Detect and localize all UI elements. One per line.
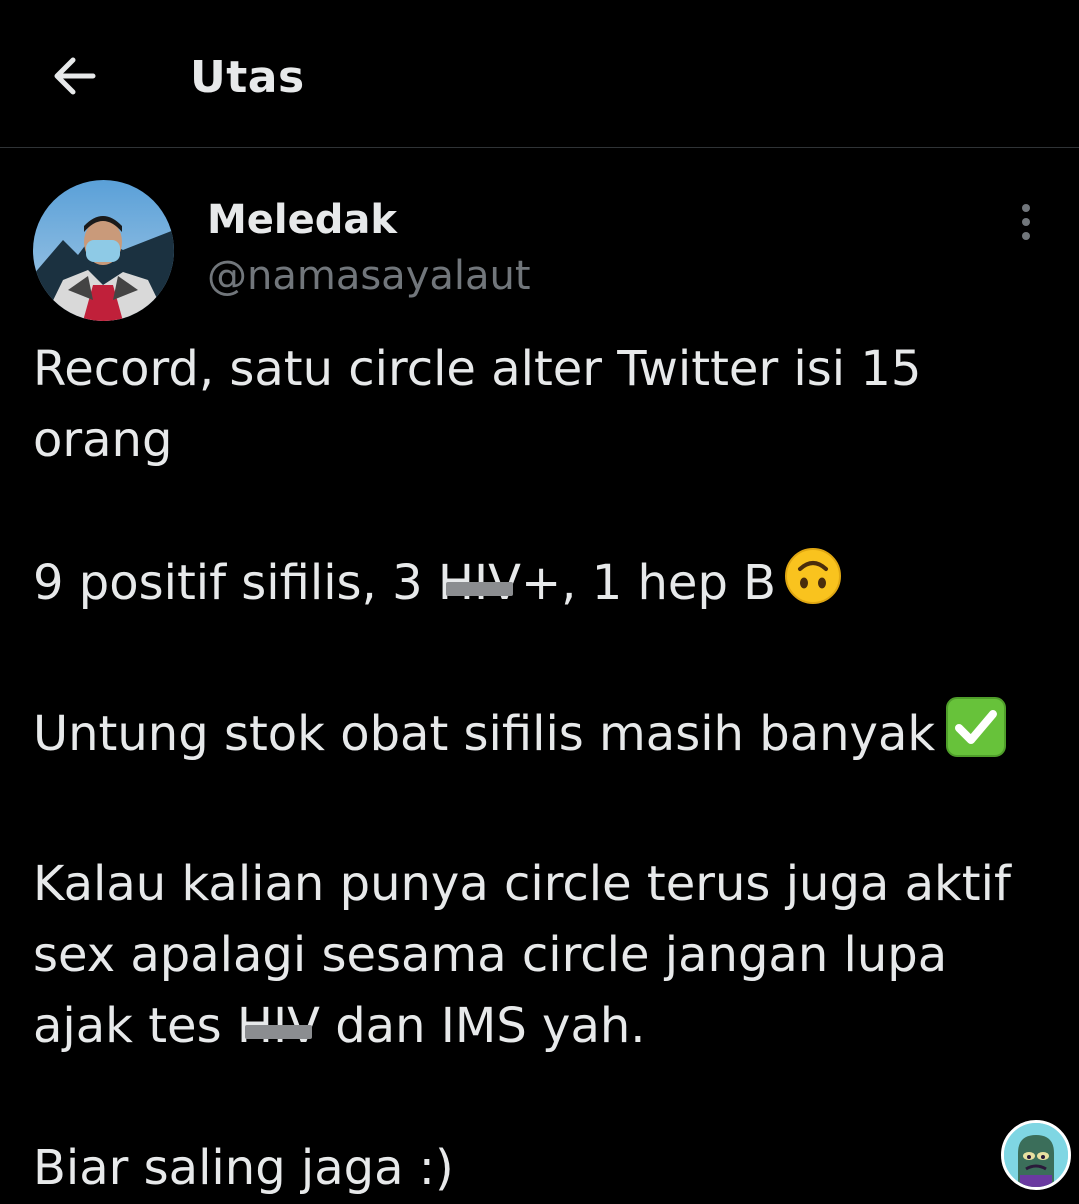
tweet-line: Biar saling jaga :) (33, 1140, 454, 1196)
more-vertical-icon (1022, 204, 1030, 240)
tweet-line: sex apalagi sesama circle jangan lupa (33, 927, 948, 983)
tweet-line: Untung stok obat sifilis masih banyak (33, 696, 1053, 778)
avatar[interactable] (33, 180, 174, 321)
page-title: Utas (190, 52, 305, 103)
check-mark-button-emoji (945, 696, 1007, 778)
tweet-line: Kalau kalian punya circle terus juga akt… (33, 856, 1011, 912)
tweet-line: ajak tes HIV dan IMS yah. (33, 991, 1053, 1062)
author-display-name[interactable]: Meledak (207, 194, 397, 246)
watermark-logo (1001, 1120, 1071, 1190)
tweet-line: 9 positif sifilis, 3 HIV+, 1 hep B (33, 547, 1053, 625)
more-options-button[interactable] (1004, 200, 1048, 244)
back-button[interactable] (42, 46, 106, 106)
thread-header: Utas (0, 0, 1079, 148)
author-handle[interactable]: @namasayalaut (207, 250, 531, 302)
tweet-line: orang (33, 412, 173, 468)
tweet-line: Record, satu circle alter Twitter isi 15 (33, 341, 922, 397)
tweet-text: Record, satu circle alter Twitter isi 15… (33, 334, 1053, 1204)
censored-word: HIV (237, 991, 320, 1062)
upside-down-face-emoji (784, 547, 842, 625)
censored-word: HIV (438, 548, 521, 619)
arrow-left-icon (54, 57, 96, 95)
